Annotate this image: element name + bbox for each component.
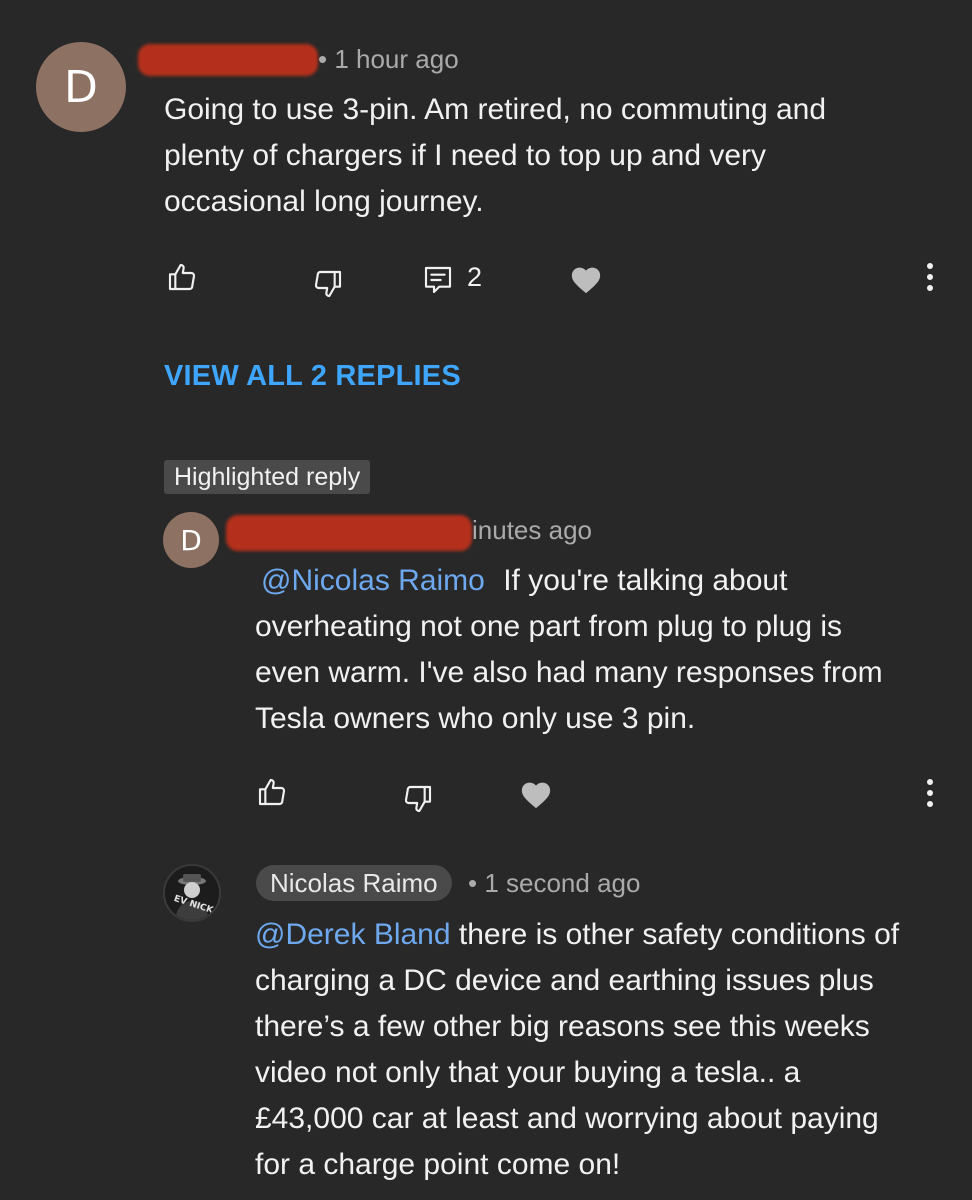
creator-avatar[interactable]: EV NICK bbox=[163, 864, 221, 922]
comment-text: Going to use 3-pin. Am retired, no commu… bbox=[164, 87, 944, 225]
heart-icon bbox=[521, 782, 551, 809]
reply-text-line: there’s a few other big reasons see this… bbox=[255, 1010, 870, 1043]
reply-text-line: @Derek Bland there is other safety condi… bbox=[255, 912, 960, 958]
dislike-button[interactable] bbox=[306, 262, 350, 306]
reply-text-start: there is other safety conditions of bbox=[458, 918, 900, 951]
reply-button[interactable] bbox=[416, 258, 460, 302]
thumbs-down-icon bbox=[314, 270, 342, 298]
reply-count: 2 bbox=[467, 262, 483, 292]
heart-button[interactable] bbox=[564, 257, 608, 301]
reply-text-line: video not only that your buying a tesla.… bbox=[255, 1056, 801, 1089]
mention-link[interactable]: @Derek Bland bbox=[255, 918, 451, 951]
reply-text: @Nicolas Raimo If you're talking about o… bbox=[255, 558, 955, 742]
reply-text-line: for a charge point come on! bbox=[255, 1148, 621, 1181]
more-options-button[interactable] bbox=[908, 771, 952, 815]
highlighted-reply-badge: Highlighted reply bbox=[164, 460, 371, 494]
thumbs-down-icon bbox=[404, 785, 432, 813]
comment-text-line: occasional long journey. bbox=[164, 185, 484, 218]
avatar-letter: D bbox=[180, 523, 202, 557]
reply-text-line: charging a DC device and earthing issues… bbox=[255, 964, 874, 997]
redacted-username bbox=[138, 44, 318, 76]
thumbs-up-icon bbox=[168, 263, 196, 291]
more-vert-icon bbox=[927, 779, 933, 807]
heart-icon bbox=[571, 267, 601, 294]
dislike-button[interactable] bbox=[396, 777, 440, 821]
view-all-replies-link[interactable]: VIEW ALL 2 REPLIES bbox=[164, 360, 461, 393]
more-options-button[interactable] bbox=[908, 255, 952, 299]
reply-time: inutes ago bbox=[472, 515, 592, 545]
like-button[interactable] bbox=[160, 255, 204, 299]
comment-time: • 1 hour ago bbox=[318, 44, 459, 74]
reply-text: @Derek Bland there is other safety condi… bbox=[255, 912, 960, 1188]
more-vert-icon bbox=[927, 263, 933, 291]
redacted-username bbox=[226, 515, 472, 551]
like-button[interactable] bbox=[250, 770, 294, 814]
reply-time: • 1 second ago bbox=[468, 868, 641, 898]
comment-text-line: Going to use 3-pin. Am retired, no commu… bbox=[164, 93, 827, 126]
reply-text-line: overheating not one part from plug to pl… bbox=[255, 610, 843, 643]
avatar[interactable]: D bbox=[163, 512, 219, 568]
reply-text-start: If you're talking about bbox=[503, 564, 788, 597]
avatar-letter: D bbox=[64, 61, 98, 113]
author-name-chip[interactable]: Nicolas Raimo bbox=[256, 865, 452, 901]
reply-text-line: @Nicolas Raimo If you're talking about bbox=[255, 558, 955, 604]
heart-button[interactable] bbox=[514, 772, 558, 816]
avatar[interactable]: D bbox=[36, 42, 126, 132]
reply-text-line: even warm. I've also had many responses … bbox=[255, 656, 883, 689]
comment-text-line: plenty of chargers if I need to top up a… bbox=[164, 139, 767, 172]
reply-text-line: Tesla owners who only use 3 pin. bbox=[255, 702, 696, 735]
reply-text-line: £43,000 car at least and worrying about … bbox=[255, 1102, 879, 1135]
mention-link[interactable]: @Nicolas Raimo bbox=[261, 564, 485, 597]
comment-icon bbox=[424, 266, 452, 294]
thumbs-up-icon bbox=[258, 778, 286, 806]
